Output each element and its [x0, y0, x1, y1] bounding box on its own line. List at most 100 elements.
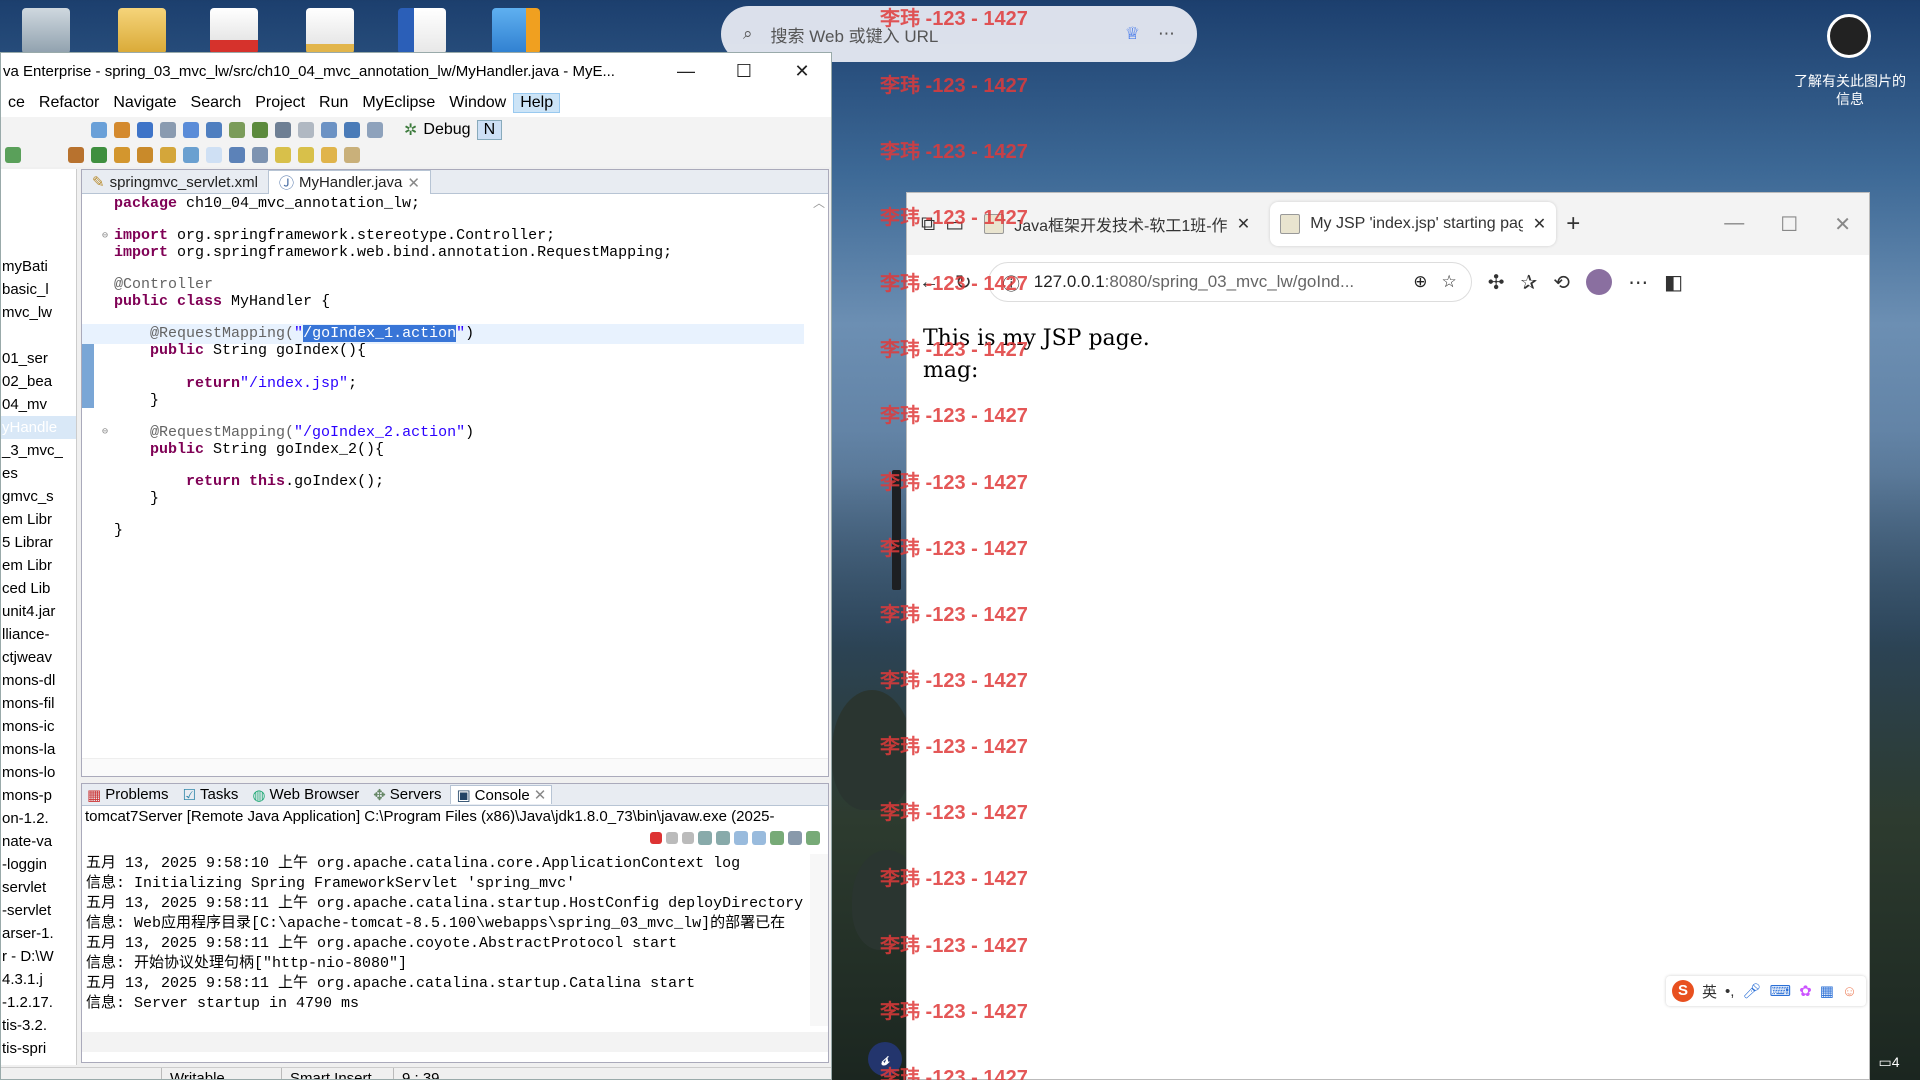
tab-tasks[interactable]: ☑ Tasks	[178, 786, 244, 804]
more-icon[interactable]: ⋯	[1158, 24, 1175, 44]
folder-icon[interactable]	[118, 8, 166, 54]
zoom-icon[interactable]: ⊕	[1413, 272, 1427, 292]
launch-icon[interactable]	[206, 121, 222, 138]
package-tree-item[interactable]: mvc_lw	[1, 301, 76, 324]
window-icon[interactable]	[321, 121, 337, 138]
pin-console-icon[interactable]	[770, 831, 784, 845]
close-tab-icon[interactable]: ✕	[407, 174, 420, 192]
taskbar-app-icon[interactable]: 𝓈	[868, 1042, 902, 1076]
console-horizontal-scrollbar[interactable]	[82, 1032, 828, 1052]
package-tree-item[interactable]: basic_l	[1, 278, 76, 301]
rewards-icon[interactable]: ♕	[1125, 24, 1140, 44]
tab-springmvc-servlet-xml[interactable]: ✎ springmvc_servlet.xml	[82, 171, 268, 193]
microphone-icon[interactable]: 🎤︎	[1742, 982, 1761, 1000]
tab-myhandler-java[interactable]: Ⓙ MyHandler.java ✕	[267, 170, 431, 194]
package-tree-item[interactable]: -1.2.17.	[1, 991, 76, 1014]
package-tree-item[interactable]: lliance-	[1, 623, 76, 646]
notification-badge[interactable]: ▭4	[1874, 1048, 1904, 1076]
menu-item-navigate[interactable]: Navigate	[106, 94, 183, 112]
open-folder-icon[interactable]	[114, 146, 130, 163]
package-tree-item[interactable]: 01_ser	[1, 347, 76, 370]
browser-tab-java-course[interactable]: Java框架开发技术-软工1班-作业 ✕	[974, 202, 1260, 246]
ime-language[interactable]: 英	[1702, 981, 1717, 1002]
fold-icon[interactable]: ⊖	[102, 426, 108, 438]
close-icon[interactable]: ✕	[1834, 212, 1851, 237]
package-tree-item[interactable]: _3_mvc_	[1, 439, 76, 462]
menu-item-help[interactable]: Help	[513, 93, 561, 113]
package-tree-item[interactable]: mons-la	[1, 738, 76, 761]
document-file-icon[interactable]	[306, 8, 354, 54]
sidebar-icon[interactable]: ◧	[1664, 270, 1683, 295]
close-tab-icon[interactable]: ✕	[1533, 214, 1546, 234]
vertical-tabs-icon[interactable]: ▭	[945, 212, 964, 237]
menu-item-refactor[interactable]: Refactor	[32, 94, 106, 112]
package-tree-item[interactable]: -servlet	[1, 899, 76, 922]
ime-toolbar[interactable]: S 英 •, 🎤︎ ⌨ ✿ ▦ ☺	[1666, 976, 1866, 1006]
debug-perspective-button[interactable]: ✲ Debug N	[404, 119, 503, 140]
remove-launch-icon[interactable]	[666, 832, 678, 844]
tab-problems[interactable]: ▦ Problems	[82, 786, 174, 804]
site-info-icon[interactable]: ⓘ	[1003, 270, 1020, 295]
package-tree-item[interactable]: unit4.jar	[1, 600, 76, 623]
package-tree-item[interactable]: -loggin	[1, 853, 76, 876]
reload-icon[interactable]: ↻	[955, 270, 972, 295]
image-info-button[interactable]	[1827, 14, 1871, 58]
new-tab-icon[interactable]: +	[1566, 210, 1580, 238]
package-tree-item[interactable]: r - D:\W	[1, 945, 76, 968]
debug-icon[interactable]	[68, 146, 84, 163]
prev-annotation-icon[interactable]	[298, 146, 314, 163]
punctuation-icon[interactable]: •,	[1725, 983, 1734, 1000]
pdf-file-icon[interactable]	[210, 8, 258, 54]
tab-web-browser[interactable]: ◍ Web Browser	[247, 786, 364, 804]
browser-tab-jsp-page[interactable]: My JSP 'index.jsp' starting page ✕	[1270, 202, 1557, 246]
globe-icon[interactable]	[275, 121, 291, 138]
layout-icon[interactable]	[344, 121, 360, 138]
tab-servers[interactable]: ✥ Servers	[368, 786, 446, 804]
code-area[interactable]: ⊖ ⊖ ⊖ package ch10_04_mvc_annotation_lw;…	[82, 194, 828, 758]
package-tree-item[interactable]: 02_bea	[1, 370, 76, 393]
forward-icon[interactable]	[344, 146, 360, 163]
workspaces-icon[interactable]: ⧉	[921, 213, 935, 236]
close-icon[interactable]: ✕	[773, 61, 831, 82]
menu-item-run[interactable]: Run	[312, 94, 355, 112]
close-tab-icon[interactable]: ✕	[1237, 214, 1250, 234]
minimize-icon[interactable]: —	[657, 61, 715, 82]
editor-horizontal-scrollbar[interactable]	[82, 758, 828, 776]
refresh-icon[interactable]	[91, 146, 107, 163]
package-tree-item[interactable]: ced Lib	[1, 577, 76, 600]
menu-item-source[interactable]: ce	[1, 94, 32, 112]
console-output[interactable]: 五月 13, 2025 9:58:10 上午 org.apache.catali…	[86, 854, 808, 1014]
back-icon[interactable]: ←	[919, 271, 939, 294]
word-wrap-icon[interactable]	[734, 831, 748, 845]
favorites-icon[interactable]: ✰	[1521, 270, 1538, 295]
server-icon[interactable]	[160, 121, 176, 138]
terminate-icon[interactable]	[650, 832, 662, 844]
package-tree-item[interactable]: tis-3.2.	[1, 1014, 76, 1037]
skin-icon[interactable]: ✿	[1799, 982, 1812, 1000]
package-tree-item[interactable]: mons-dl	[1, 669, 76, 692]
show-on-output-icon[interactable]	[752, 831, 766, 845]
menu-item-search[interactable]: Search	[184, 94, 249, 112]
package-tree-item[interactable]: 4.3.1.j	[1, 968, 76, 991]
history-icon[interactable]	[298, 121, 314, 138]
package-tree-item[interactable]: nate-va	[1, 830, 76, 853]
open-console-icon[interactable]	[806, 831, 820, 845]
package-tree-item[interactable]: mons-fil	[1, 692, 76, 715]
new-package-icon[interactable]	[137, 121, 153, 138]
close-tab-icon[interactable]: ✕	[534, 786, 547, 804]
build-icon[interactable]	[229, 121, 245, 138]
package-tree-item[interactable]: es	[1, 462, 76, 485]
menu-item-project[interactable]: Project	[248, 94, 312, 112]
tab-console[interactable]: ▣ Console ✕	[450, 785, 553, 804]
highlight-icon[interactable]	[206, 146, 222, 163]
package-tree-item[interactable]: tis-spri	[1, 1037, 76, 1060]
block-icon[interactable]	[229, 146, 245, 163]
emoji-icon[interactable]: ☺	[1842, 983, 1857, 1000]
package-tree-item[interactable]: em Libr	[1, 554, 76, 577]
fold-icon[interactable]: ⊖	[102, 230, 108, 242]
history-icon[interactable]: ⟲	[1553, 270, 1570, 295]
display-console-icon[interactable]	[788, 831, 802, 845]
eclipse-titlebar[interactable]: va Enterprise - spring_03_mvc_lw/src/ch1…	[1, 53, 831, 89]
annotate-icon[interactable]	[183, 146, 199, 163]
package-tree-item[interactable]: mons-lo	[1, 761, 76, 784]
